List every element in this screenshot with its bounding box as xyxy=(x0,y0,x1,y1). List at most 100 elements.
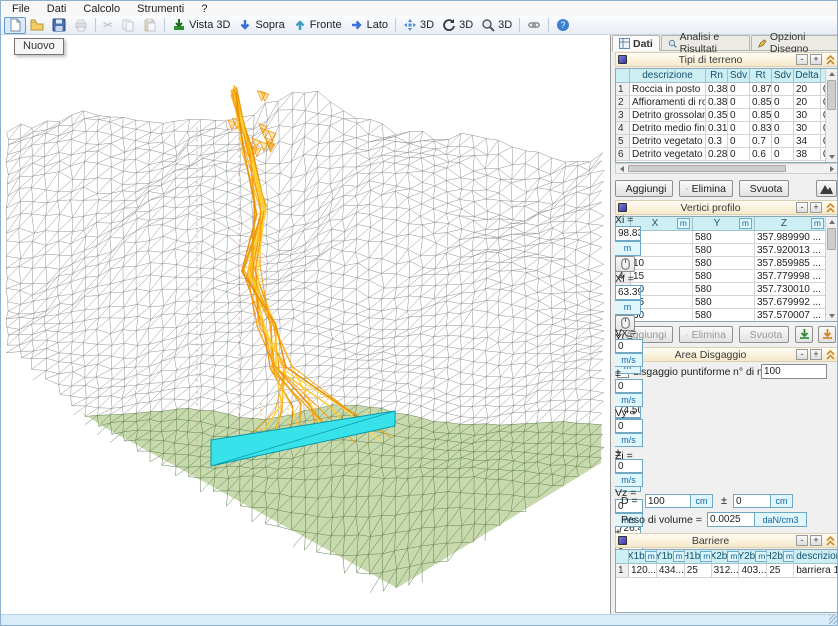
collapse-chevron-icon[interactable] xyxy=(826,350,835,360)
table-row[interactable]: 7 30 580 357.570007 ... xyxy=(616,309,837,322)
pan-3d-button[interactable]: 3D xyxy=(399,17,438,34)
column-sdv[interactable]: Sdv xyxy=(728,69,750,83)
velocity-dev-input[interactable]: 0 xyxy=(615,459,643,473)
column-h1b[interactable]: H1bm xyxy=(685,550,712,564)
table-row[interactable]: 3 10 580 357.859985 ... xyxy=(616,257,837,270)
toolbar-separator xyxy=(395,18,396,32)
column-descrizione[interactable]: descrizione xyxy=(794,550,838,564)
table-row[interactable]: 1 0 580 357.989990 ... xyxy=(616,231,837,244)
front-view-icon xyxy=(293,18,307,32)
mountain-view-button[interactable] xyxy=(816,180,837,197)
table-row[interactable]: 5 20 580 357.730010 ... xyxy=(616,283,837,296)
coord-input[interactable]: 98.8372 xyxy=(615,226,641,241)
zoom-3d-button[interactable]: 3D xyxy=(477,17,516,34)
tab-dati[interactable]: Dati xyxy=(612,35,660,51)
column-h2b[interactable]: H2bm xyxy=(767,550,794,564)
resize-grip[interactable] xyxy=(829,615,838,624)
new-button[interactable] xyxy=(4,17,26,34)
elimina-button[interactable]: Elimina xyxy=(679,180,733,197)
link-button[interactable] xyxy=(523,17,545,34)
pan-3d-icon xyxy=(403,18,417,32)
import-profile-button[interactable] xyxy=(795,326,813,343)
table-row[interactable]: 1 Roccia in posto 0.38 0 0.87 0 20 0 xyxy=(616,83,837,96)
column-z[interactable]: Zm xyxy=(755,217,827,231)
column-y1b[interactable]: Y1bm xyxy=(657,550,685,564)
unit-weight-row: Peso di volume = 0.0025 daN/cm3 xyxy=(615,512,838,528)
velocity-dev-input[interactable]: 0 xyxy=(615,379,643,393)
toolbar-separator xyxy=(519,18,520,32)
tab-bar: Dati Analisi e Risultati Opzioni Disegno xyxy=(612,35,838,51)
unit-weight-input[interactable]: 0.0025 xyxy=(707,512,755,527)
table-row[interactable]: 2 5 580 357.920013 ... xyxy=(616,244,837,257)
cut-icon: ✂ xyxy=(103,18,113,32)
menu-item[interactable]: Strumenti xyxy=(130,2,191,16)
terrain-3d-view[interactable] xyxy=(1,35,609,616)
mouse-pick-button[interactable] xyxy=(615,256,635,272)
column-descrizione[interactable]: descrizione xyxy=(630,69,706,83)
column-rn[interactable]: Rn xyxy=(706,69,728,83)
column-x2b[interactable]: X2bm xyxy=(712,550,740,564)
velocity-input[interactable]: 0 xyxy=(615,339,643,353)
plus-button[interactable]: + xyxy=(810,202,822,213)
minus-button[interactable]: - xyxy=(796,202,808,213)
table-row[interactable]: 5 Detrito vegetato ad a... 0.3 0 0.7 0 3… xyxy=(616,135,837,148)
lato-button[interactable]: Lato xyxy=(346,17,392,34)
table-row[interactable]: 6 Detrito vegetato a bo... 0.28 0 0.6 0 … xyxy=(616,148,837,161)
sopra-button[interactable]: Sopra xyxy=(234,17,288,34)
velocity-input[interactable]: 0 xyxy=(615,419,643,433)
table-icon xyxy=(619,38,630,49)
table-row[interactable]: 4 15 580 357.779998 ... xyxy=(616,270,837,283)
horizontal-scrollbar[interactable] xyxy=(615,163,838,174)
table-row[interactable]: 1 120... 434... 25 312... 403... 25 barr… xyxy=(616,564,838,578)
tab-analisi-e-risultati[interactable]: Analisi e Risultati xyxy=(661,35,750,50)
rotate-3d-button[interactable]: 3D xyxy=(438,17,477,34)
menu-item[interactable]: ? xyxy=(194,2,214,16)
collapse-chevron-icon[interactable] xyxy=(826,55,835,65)
plus-button[interactable]: + xyxy=(810,349,822,360)
diameter-input[interactable]: 100 xyxy=(645,494,691,508)
table-row[interactable]: 6 25 580 357.679992 ... xyxy=(616,296,837,309)
column-y2b[interactable]: Y2bm xyxy=(739,550,767,564)
column-rt[interactable]: Rt xyxy=(750,69,772,83)
vista-3d-button[interactable]: Vista 3D xyxy=(168,17,234,34)
toolbar-separator xyxy=(164,18,165,32)
vertical-scrollbar[interactable] xyxy=(825,217,837,321)
diameter-dev-input[interactable]: 0 xyxy=(733,494,771,508)
copy-icon xyxy=(121,18,135,32)
column-x1b[interactable]: X1bm xyxy=(629,550,657,564)
collapse-chevron-icon[interactable] xyxy=(826,203,835,213)
export-profile-button[interactable] xyxy=(818,326,836,343)
svuota-button[interactable]: Svuota xyxy=(739,180,789,197)
panel-title: Area Disgaggio xyxy=(627,349,794,361)
vertical-scrollbar[interactable] xyxy=(825,69,837,162)
export-icon xyxy=(822,329,833,340)
plus-button[interactable]: + xyxy=(810,54,822,65)
minus-button[interactable]: - xyxy=(796,349,808,360)
table-row[interactable]: 3 Detrito grossolano n... 0.35 0 0.85 0 … xyxy=(616,109,837,122)
table-row[interactable]: 4 Detrito medio fine no... 0.31 0 0.83 0… xyxy=(616,122,837,135)
coord-input[interactable]: 63.3964 xyxy=(615,285,641,300)
side-view-icon xyxy=(350,18,364,32)
collapse-chevron-icon[interactable] xyxy=(826,536,835,546)
cube-icon xyxy=(618,203,627,212)
table-row[interactable]: 2 Affioramenti di rocci... 0.38 0 0.85 0… xyxy=(616,96,837,109)
minus-button[interactable]: - xyxy=(796,535,808,546)
menu-item[interactable]: File xyxy=(5,2,37,16)
help-button[interactable]: ? xyxy=(552,17,574,34)
column-sdv[interactable]: Sdv xyxy=(772,69,794,83)
barriers-panel-header: Barriere - + xyxy=(615,533,838,548)
menu-item[interactable]: Calcolo xyxy=(76,2,127,16)
toolbar-separator xyxy=(548,18,549,32)
open-button[interactable] xyxy=(26,17,48,34)
fronte-button[interactable]: Fronte xyxy=(289,17,346,34)
plus-button[interactable]: + xyxy=(810,535,822,546)
cube-icon xyxy=(618,55,627,64)
minus-button[interactable]: - xyxy=(796,54,808,65)
menu-item[interactable]: Dati xyxy=(40,2,74,16)
save-button[interactable] xyxy=(48,17,70,34)
column-delta[interactable]: Delta xyxy=(794,69,821,83)
aggiungi-button[interactable]: Aggiungi xyxy=(615,180,673,197)
tab-opzioni-disegno[interactable]: Opzioni Disegno xyxy=(751,35,838,50)
column-y[interactable]: Ym xyxy=(693,217,755,231)
massi-input[interactable]: 100 xyxy=(761,364,827,379)
